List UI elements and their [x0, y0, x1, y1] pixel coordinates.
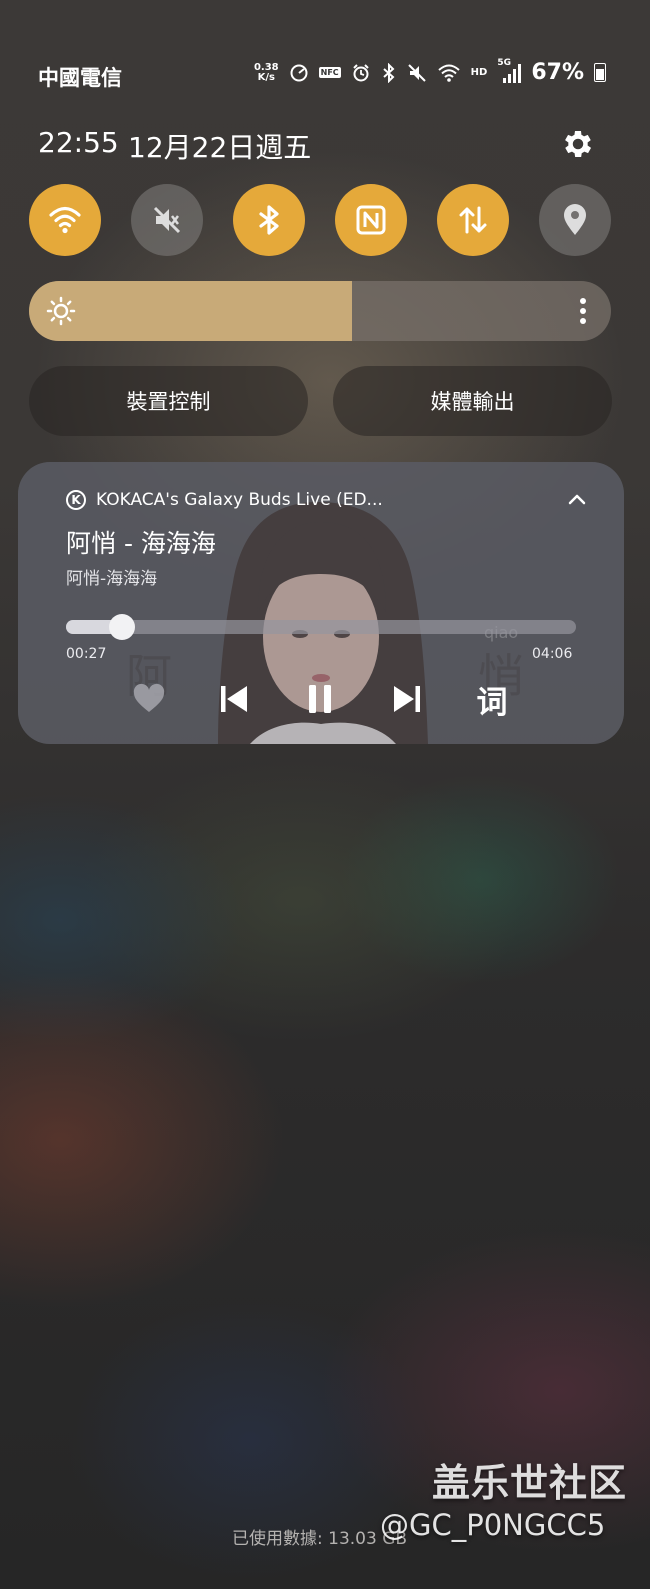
- bluetooth-toggle[interactable]: [233, 184, 305, 256]
- previous-button[interactable]: [211, 676, 257, 722]
- chevron-up-icon[interactable]: [566, 488, 588, 510]
- gear-icon[interactable]: [560, 126, 596, 162]
- wifi-icon: [437, 64, 460, 82]
- brightness-slider[interactable]: [29, 281, 611, 341]
- clock[interactable]: 22:55: [38, 126, 119, 159]
- nfc-icon: [356, 205, 386, 235]
- current-time: 00:27: [66, 646, 107, 662]
- media-device-row: K KOKACA's Galaxy Buds Live (ED...: [66, 490, 383, 510]
- nfc-toggle[interactable]: [335, 184, 407, 256]
- alarm-icon: [352, 63, 369, 81]
- status-icons: 0.38 K/s NFC HD 5G 67%: [253, 58, 606, 85]
- pause-button[interactable]: [297, 676, 343, 722]
- progress-bar[interactable]: [66, 614, 576, 640]
- brightness-level: [29, 281, 352, 341]
- watermark-title: 盖乐世社区: [432, 1461, 628, 1505]
- pause-icon: [309, 685, 331, 713]
- media-player-card[interactable]: 阿 悄 qiao K KOKACA's Galaxy Buds Live (ED…: [18, 462, 624, 744]
- battery-percentage: 67%: [531, 60, 584, 85]
- brightness-icon: [46, 296, 76, 326]
- song-artist: 阿悄-海海海: [66, 569, 158, 589]
- skip-previous-icon: [221, 686, 247, 712]
- bluetooth-icon: [259, 205, 279, 235]
- song-title: 阿悄 - 海海海: [66, 529, 216, 558]
- favorite-button[interactable]: [126, 676, 172, 722]
- skip-next-icon: [394, 686, 420, 712]
- data-saver-icon: [290, 64, 308, 81]
- lyrics-button[interactable]: 词: [469, 676, 515, 722]
- progress-thumb[interactable]: [109, 614, 136, 640]
- hd-indicator: HD: [470, 67, 488, 78]
- quick-toggles: [29, 184, 611, 256]
- battery-icon: [594, 63, 606, 82]
- heart-icon: [133, 683, 165, 712]
- sound-toggle[interactable]: [131, 184, 203, 256]
- more-options-icon[interactable]: [579, 297, 587, 325]
- app-logo-icon: K: [66, 490, 86, 510]
- device-control-button[interactable]: 裝置控制: [29, 366, 308, 436]
- next-button[interactable]: [384, 676, 430, 722]
- media-output-button[interactable]: 媒體輸出: [333, 366, 612, 436]
- mobile-data-toggle[interactable]: [437, 184, 509, 256]
- watermark-handle: @GC_P0NGCC5: [380, 1508, 606, 1542]
- total-time: 04:06: [532, 646, 573, 662]
- signal-icon: 5G: [497, 58, 522, 84]
- mute-icon: [407, 63, 426, 82]
- location-icon: [564, 204, 586, 235]
- mute-icon: [153, 206, 181, 234]
- date[interactable]: 12月22日週五: [128, 126, 311, 166]
- wifi-toggle[interactable]: [29, 184, 101, 256]
- data-arrows-icon: [459, 206, 487, 234]
- network-speed: 0.38 K/s: [253, 61, 279, 83]
- wifi-icon: [49, 206, 81, 234]
- media-device-name: KOKACA's Galaxy Buds Live (ED...: [96, 490, 383, 510]
- nfc-icon: NFC: [318, 67, 341, 78]
- bluetooth-icon: [382, 62, 395, 83]
- carrier-name: 中國電信: [38, 66, 122, 90]
- location-toggle[interactable]: [539, 184, 611, 256]
